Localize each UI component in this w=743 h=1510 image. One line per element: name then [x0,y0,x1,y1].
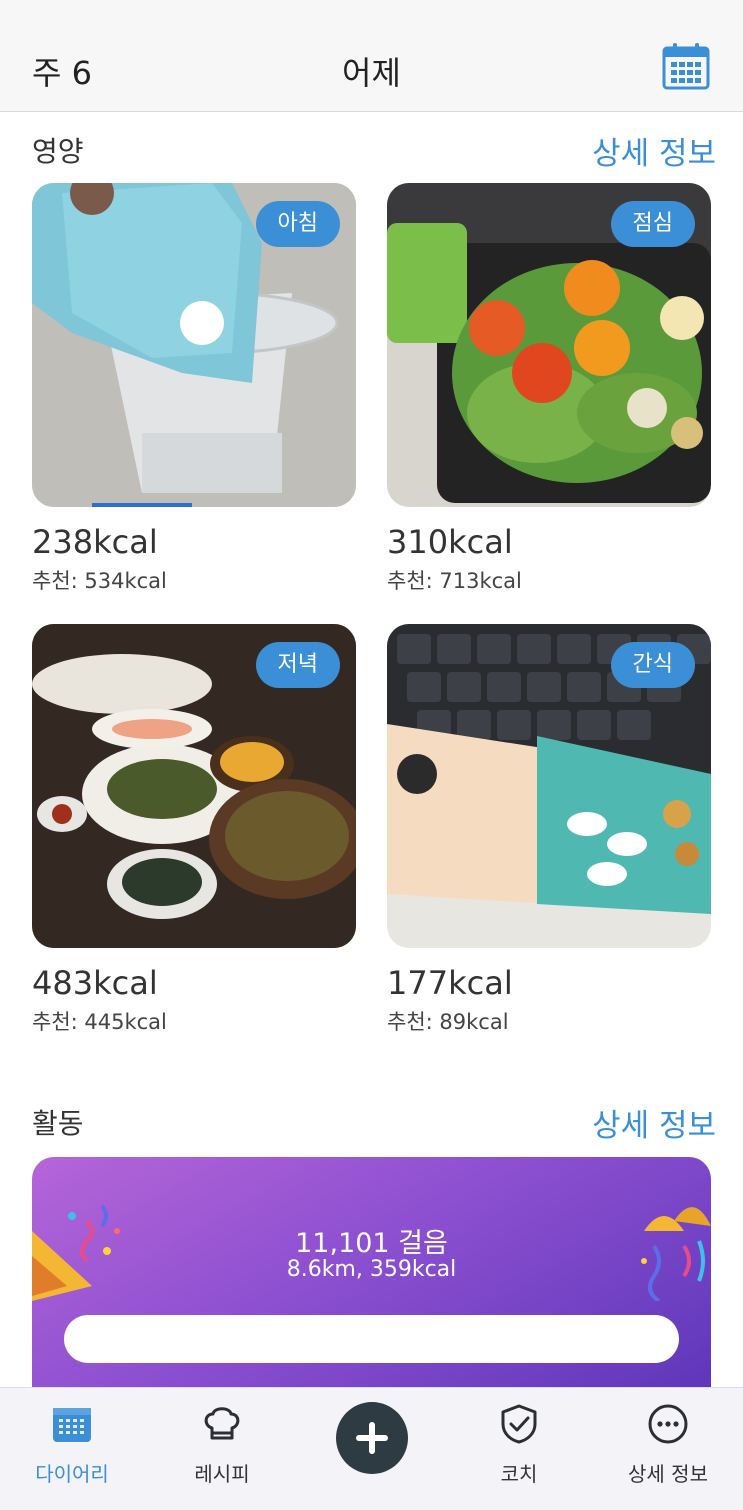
steps-progress-bar [64,1315,679,1363]
tab-label: 레시피 [194,1462,250,1486]
meal-kcal: 177kcal [387,964,513,1002]
meal-kcal: 310kcal [387,523,513,561]
top-header: 주 6 어제 [0,0,743,112]
meal-photo: 간식 [387,624,711,948]
meal-kcal: 483kcal [32,964,158,1002]
meal-tag-breakfast: 아침 [255,201,340,247]
meal-card-breakfast[interactable]: 아침 238kcal 추천: 534kcal [32,183,356,595]
calendar-icon [53,1408,91,1442]
meal-recommended: 추천: 713kcal [387,569,522,593]
nutrition-title: 영양 [32,135,84,168]
meal-tag-dinner: 저녁 [255,642,340,688]
distance-kcal: 8.6km, 359kcal [286,1257,457,1282]
meal-card-dinner[interactable]: 저녁 483kcal 추천: 445kcal [32,624,356,1036]
steps-count: 11,101 걸음 [295,1228,448,1259]
meal-photo: 저녁 [32,624,356,948]
add-button[interactable] [336,1402,408,1474]
meal-kcal: 238kcal [32,523,158,561]
meal-photo: 점심 [387,183,711,507]
meal-recommended: 추천: 89kcal [387,1010,509,1034]
tab-more[interactable]: 상세 정보 [608,1388,728,1510]
shield-check-icon [501,1404,537,1444]
tab-label: 상세 정보 [628,1462,708,1486]
tab-coach[interactable]: 코치 [459,1388,579,1510]
tab-recipe[interactable]: 레시피 [162,1388,282,1510]
meal-recommended: 추천: 534kcal [32,569,167,593]
meal-recommended: 추천: 445kcal [32,1010,167,1034]
bottom-tab-bar: 다이어리 레시피 코치 상세 정보 [0,1387,743,1510]
more-icon [648,1404,688,1444]
meal-tag-snack: 간식 [610,642,695,688]
nutrition-details-link[interactable]: 상세 정보 [592,128,716,173]
tab-label: 코치 [500,1462,538,1486]
day-title: 어제 [342,54,401,92]
plus-icon [356,1422,388,1454]
tab-label: 다이어리 [35,1462,109,1486]
tab-diary[interactable]: 다이어리 [12,1388,132,1510]
activity-card[interactable]: 11,101 걸음 8.6km, 359kcal [32,1157,711,1417]
meal-card-lunch[interactable]: 점심 310kcal 추천: 713kcal [387,183,711,595]
meal-tag-lunch: 점심 [610,201,695,247]
activity-details-link[interactable]: 상세 정보 [592,1100,716,1145]
meal-card-snack[interactable]: 간식 177kcal 추천: 89kcal [387,624,711,1036]
chef-hat-icon [204,1407,240,1440]
activity-title: 활동 [32,1107,84,1140]
calendar-icon[interactable] [662,42,710,90]
meal-photo: 아침 [32,183,356,507]
